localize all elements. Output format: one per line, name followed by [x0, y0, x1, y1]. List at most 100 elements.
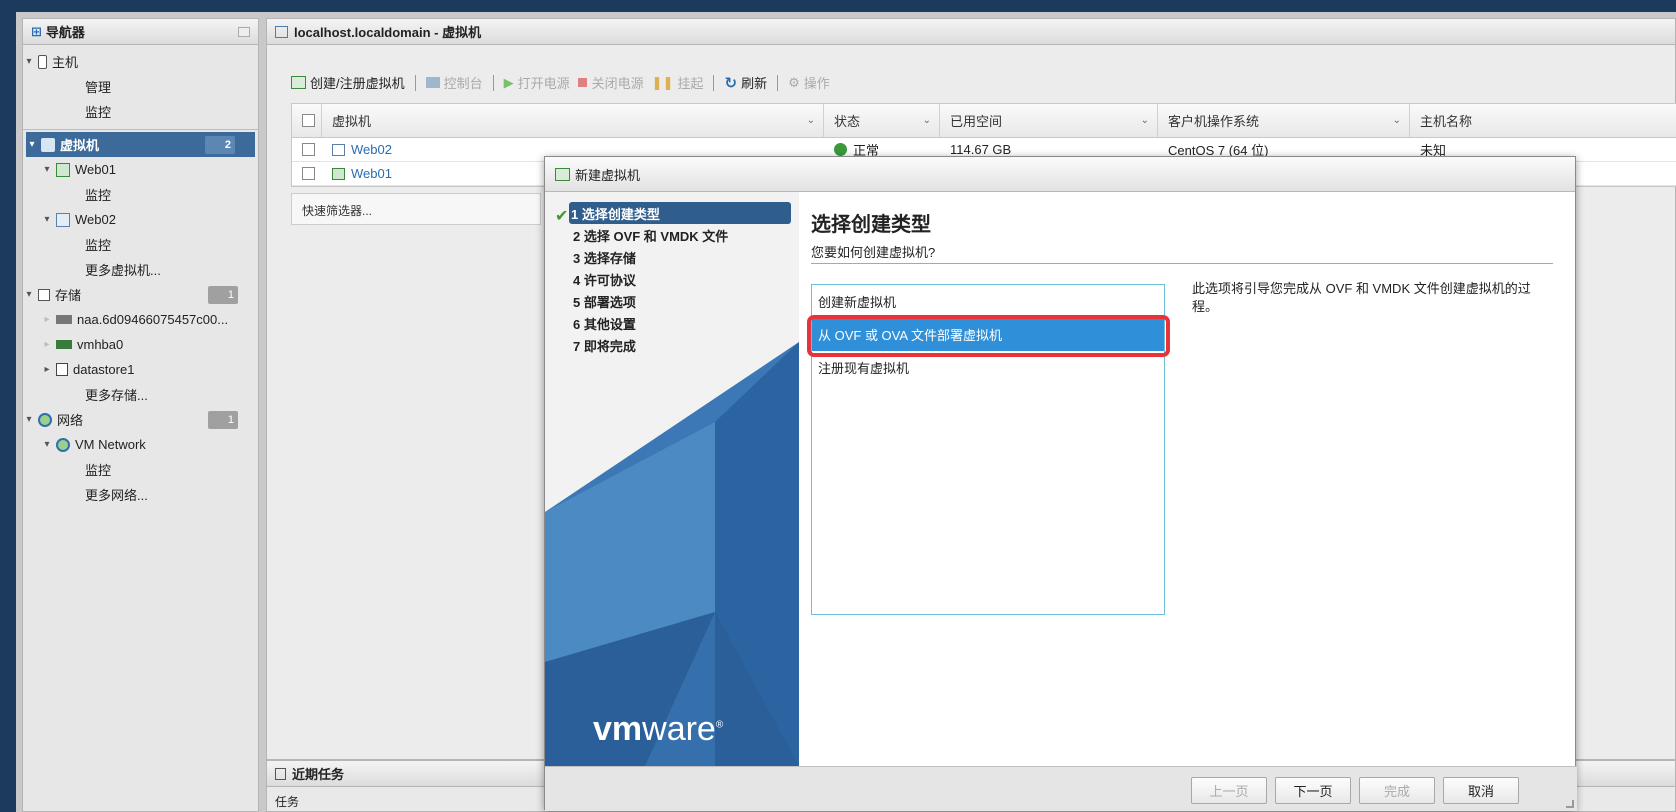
chevron-down-icon[interactable]: ⌄ [807, 115, 815, 126]
expand-arrow-icon[interactable]: ▾ [26, 139, 38, 150]
wizard-step-4: 4 许可协议 [573, 268, 636, 290]
wizard-step-6: 6 其他设置 [573, 312, 636, 334]
refresh-label: 刷新 [741, 76, 768, 91]
main-title: localhost.localdomain - 虚拟机 [294, 25, 482, 40]
expand-arrow-icon[interactable]: ▾ [41, 164, 53, 175]
table-header: 虚拟机 ⌄ 状态 ⌄ 已用空间 ⌄ 客户机操作系统 ⌄ 主机名称 [292, 104, 1676, 138]
nav-more-vms[interactable]: 更多虚拟机... [23, 257, 258, 282]
column-os-label: 客户机操作系统 [1168, 114, 1260, 129]
row-checkbox-cell[interactable] [292, 138, 322, 161]
nav-web01-monitor[interactable]: 监控 [23, 182, 258, 207]
network-icon [56, 437, 70, 452]
row-space-label: 114.67 GB [950, 142, 1012, 157]
vmware-logo-mark: ® [715, 719, 724, 731]
chevron-down-icon[interactable]: ⌄ [1393, 115, 1401, 126]
finish-button[interactable]: 完成 [1359, 777, 1435, 804]
column-status[interactable]: 状态 ⌄ [824, 104, 940, 137]
row-checkbox[interactable] [302, 167, 315, 180]
nav-storage-datastore[interactable]: ▸ datastore1 [23, 357, 258, 382]
option-register-vm[interactable]: 注册现有虚拟机 [812, 351, 1164, 384]
actions-label: 操作 [803, 76, 830, 91]
wizard-step-2: 2 选择 OVF 和 VMDK 文件 [573, 224, 728, 246]
nav-network[interactable]: ▾ 网络 1 [23, 407, 258, 432]
storage-icon [38, 288, 50, 301]
nav-vm-network-monitor[interactable]: 监控 [23, 457, 258, 482]
select-all-checkbox-cell[interactable] [292, 104, 322, 137]
nav-vm-network[interactable]: ▾ VM Network [23, 432, 258, 457]
chevron-down-icon[interactable]: ⌄ [1141, 115, 1149, 126]
nav-vms[interactable]: ▾ 虚拟机 2 [26, 132, 255, 157]
nav-host-manage[interactable]: 管理 [23, 74, 258, 99]
nav-more-network[interactable]: 更多网络... [23, 482, 258, 507]
nav-web02[interactable]: ▾ Web02 [23, 207, 258, 232]
expand-arrow-icon[interactable]: ▸ [41, 339, 53, 350]
new-vm-dialog: 新建虚拟机 ✔ 1 选择创建类型 2 选择 OVF 和 VMDK 文件 3 选择… [544, 156, 1577, 811]
expand-arrow-icon[interactable]: ▸ [41, 314, 53, 325]
cancel-button-label: 取消 [1467, 784, 1494, 799]
nav-web02-monitor[interactable]: 监控 [23, 232, 258, 257]
row-checkbox-cell[interactable] [292, 162, 322, 185]
nav-storage-naa[interactable]: ▸ naa.6d09466075457c00... [23, 307, 258, 332]
actions-button[interactable]: ⚙ 操作 [788, 73, 830, 92]
option-deploy-ovf[interactable]: 从 OVF 或 OVA 文件部署虚拟机 [812, 318, 1164, 351]
column-hostname-label: 主机名称 [1420, 114, 1473, 129]
pause-icon: ❚❚ [651, 74, 674, 90]
wizard-step-7: 7 即将完成 [573, 334, 636, 356]
column-hostname[interactable]: 主机名称 [1410, 104, 1676, 137]
back-button[interactable]: 上一页 [1191, 777, 1267, 804]
datastore-icon [56, 363, 68, 376]
adapter-icon [56, 340, 72, 349]
power-off-button[interactable]: 关闭电源 [577, 73, 644, 92]
nav-storage-vmhba[interactable]: ▸ vmhba0 [23, 332, 258, 357]
nav-more-storage[interactable]: 更多存储... [23, 382, 258, 407]
nav-vm-network-monitor-label: 监控 [85, 463, 112, 478]
next-button[interactable]: 下一页 [1275, 777, 1351, 804]
suspend-button[interactable]: ❚❚ 挂起 [652, 73, 704, 92]
wizard-content: 选择创建类型 您要如何创建虚拟机? 创建新虚拟机 从 OVF 或 OVA 文件部… [807, 192, 1577, 766]
console-icon [425, 77, 440, 88]
finish-button-label: 完成 [1383, 784, 1410, 799]
resize-grip-icon[interactable] [1566, 800, 1574, 808]
cancel-button[interactable]: 取消 [1443, 777, 1519, 804]
power-on-button[interactable]: ▶ 打开电源 [504, 73, 570, 92]
nav-host[interactable]: ▾ 主机 [23, 49, 258, 74]
nav-storage[interactable]: ▾ 存储 1 [23, 282, 258, 307]
vm-running-icon [332, 167, 345, 180]
ok-status-icon [834, 143, 847, 156]
expand-arrow-icon[interactable]: ▸ [41, 364, 53, 375]
vmware-logo-bold: vm [593, 710, 643, 748]
row-vm-name-label: Web02 [351, 142, 392, 157]
expand-arrow-icon[interactable]: ▾ [23, 56, 35, 67]
vm-folder-icon [275, 25, 288, 38]
select-all-checkbox[interactable] [302, 114, 315, 127]
nav-storage-naa-label: naa.6d09466075457c00... [77, 312, 229, 327]
toolbar-separator [777, 74, 779, 91]
create-register-vm-button[interactable]: 创建/注册虚拟机 [291, 73, 405, 92]
new-vm-icon [555, 167, 570, 181]
console-button[interactable]: 控制台 [425, 73, 483, 92]
column-space[interactable]: 已用空间 ⌄ [940, 104, 1158, 137]
refresh-icon: ↻ [724, 74, 738, 92]
wizard-step-1[interactable]: 1 选择创建类型 [569, 202, 791, 224]
nav-web01-monitor-label: 监控 [85, 188, 112, 203]
column-vm[interactable]: 虚拟机 ⌄ [322, 104, 824, 137]
expand-arrow-icon[interactable]: ▾ [41, 214, 53, 225]
nav-web01[interactable]: ▾ Web01 [23, 157, 258, 182]
page-subtitle: 您要如何创建虚拟机? [811, 245, 936, 260]
minimize-button[interactable] [238, 26, 250, 37]
refresh-button[interactable]: ↻ 刷新 [724, 73, 767, 92]
expand-arrow-icon[interactable]: ▾ [23, 414, 35, 425]
chevron-down-icon[interactable]: ⌄ [923, 115, 931, 126]
wizard-step-4-label: 4 许可协议 [573, 272, 636, 288]
create-vm-label: 创建/注册虚拟机 [310, 76, 405, 91]
expand-arrow-icon[interactable]: ▾ [41, 439, 53, 450]
navigator-icon: ⊞ [31, 23, 42, 39]
nav-storage-vmhba-label: vmhba0 [77, 337, 124, 352]
quick-filter-input[interactable]: 快速筛选器... [291, 193, 541, 225]
column-os[interactable]: 客户机操作系统 ⌄ [1158, 104, 1410, 137]
expand-arrow-icon[interactable]: ▾ [23, 289, 35, 300]
nav-host-monitor[interactable]: 监控 [23, 99, 258, 124]
option-create-new-vm[interactable]: 创建新虚拟机 [812, 285, 1164, 318]
row-checkbox[interactable] [302, 143, 315, 156]
vm-icon [56, 212, 70, 227]
